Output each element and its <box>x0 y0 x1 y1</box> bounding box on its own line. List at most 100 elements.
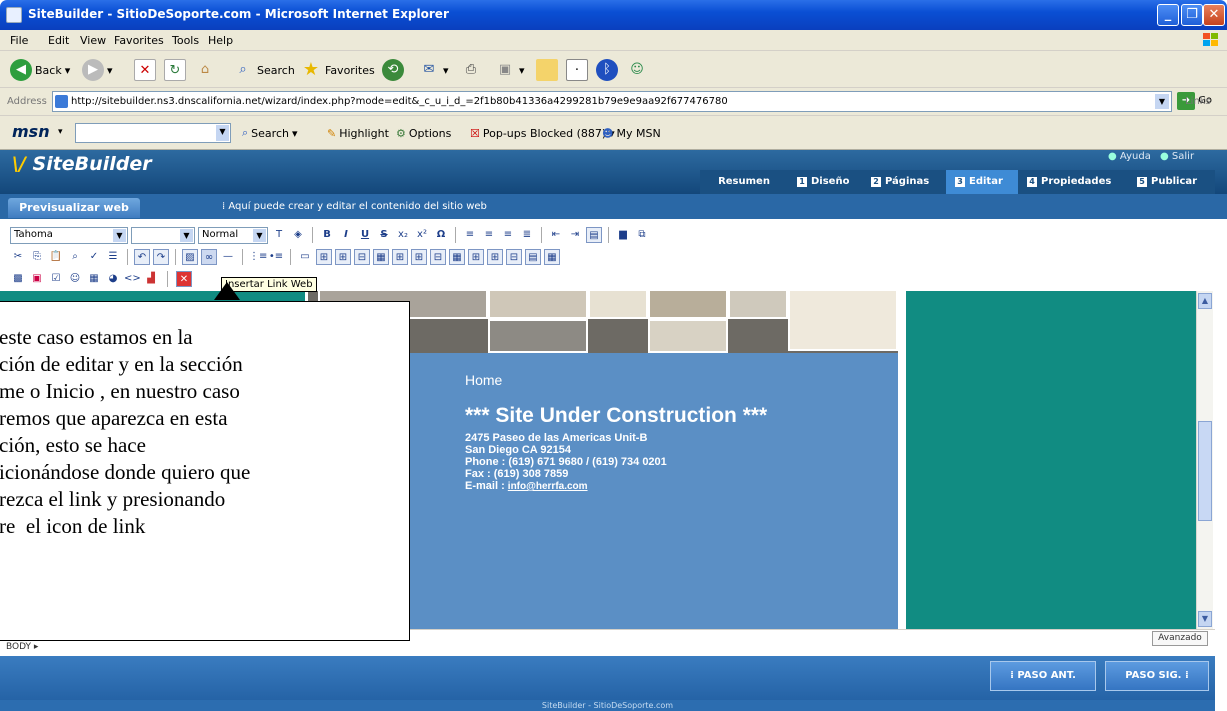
phone-line[interactable]: Phone : (619) 671 9680 / (619) 734 0201 <box>465 457 667 468</box>
highlight-button[interactable]: ✎ Highlight <box>327 121 389 145</box>
address-line-2[interactable]: San Diego CA 92154 <box>465 445 571 456</box>
paste-icon[interactable]: 📋 <box>48 249 64 265</box>
table-grid-icon[interactable]: ▦ <box>544 249 560 265</box>
insert-table-icon[interactable]: ▭ <box>297 249 313 265</box>
bluetooth-button[interactable]: ᛒ <box>596 58 618 82</box>
user-icon[interactable]: ☺ <box>67 271 83 287</box>
code-icon[interactable]: <> <box>124 271 141 287</box>
tab-paginas[interactable]: 2 Páginas <box>862 170 946 194</box>
split-cell-icon[interactable]: ⊟ <box>506 249 522 265</box>
back-button[interactable]: ◀ Back ▾ <box>10 58 70 82</box>
delete-column-icon[interactable]: ⊟ <box>430 249 446 265</box>
favorites-button[interactable]: ★ Favorites <box>300 58 375 82</box>
exit-link[interactable]: ● Salir <box>1160 151 1194 167</box>
redo-icon[interactable]: ↷ <box>153 249 169 265</box>
underline-icon[interactable]: U <box>357 227 373 243</box>
menu-edit[interactable]: Edit <box>48 34 69 47</box>
background-color-icon[interactable]: ◈ <box>290 227 306 243</box>
save-icon[interactable]: ▆ <box>615 227 631 243</box>
cut-icon[interactable]: ✂ <box>10 249 26 265</box>
history-button[interactable]: ⟲ <box>382 58 404 82</box>
list-box-icon[interactable]: ☰ <box>105 249 121 265</box>
menu-file[interactable]: File <box>10 34 28 47</box>
spellcheck-icon[interactable]: ✓ <box>86 249 102 265</box>
site-headline[interactable]: *** Site Under Construction *** <box>465 404 767 428</box>
preview-web-button[interactable]: Previsualizar web <box>8 198 140 218</box>
close-button[interactable]: ✕ <box>1203 4 1225 26</box>
flash-icon[interactable]: ◕ <box>105 271 121 287</box>
insert-web-link-icon[interactable]: ✕ <box>176 271 192 287</box>
forward-button[interactable]: ▶ ▾ <box>82 58 113 82</box>
refresh-button[interactable]: ↻ <box>164 58 186 82</box>
find-icon[interactable]: ⌕ <box>67 249 83 265</box>
tab-propiedades[interactable]: 4 Propiedades <box>1018 170 1128 194</box>
email-link[interactable]: info@herrfa.com <box>508 481 588 492</box>
numbered-list-icon[interactable]: ⋮≡ <box>249 249 267 265</box>
insert-cell-icon[interactable]: ▦ <box>449 249 465 265</box>
address-input[interactable]: http://sitebuilder.ns3.dnscalifornia.net… <box>52 91 1172 112</box>
next-step-button[interactable]: PASO SIG. ⁞ <box>1105 661 1209 691</box>
help-link[interactable]: ● Ayuda <box>1108 151 1151 167</box>
print-button[interactable]: ⎙ <box>460 58 482 82</box>
home-button[interactable]: ⌂ <box>194 58 216 82</box>
copy-icon[interactable]: ⎘ <box>29 249 45 265</box>
insert-column-left-icon[interactable]: ⊞ <box>392 249 408 265</box>
msn-search-input[interactable]: ▼ <box>75 123 231 143</box>
align-left-icon[interactable]: ≡ <box>462 227 478 243</box>
table-properties-icon[interactable]: ▦ <box>373 249 389 265</box>
insert-row-below-icon[interactable]: ⊞ <box>335 249 351 265</box>
search-button[interactable]: ⌕ Search <box>232 58 294 82</box>
delete-row-icon[interactable]: ⊟ <box>354 249 370 265</box>
msn-menu-arrow-icon[interactable]: ▾ <box>58 127 63 137</box>
text-color-icon[interactable]: T <box>271 227 287 243</box>
horizontal-rule-icon[interactable]: — <box>220 249 236 265</box>
tab-diseno[interactable]: 1 Diseño <box>788 170 862 194</box>
italic-icon[interactable]: I <box>338 227 354 243</box>
scroll-down-icon[interactable]: ▼ <box>1198 611 1212 627</box>
menu-help[interactable]: Help <box>208 34 233 47</box>
folder-button[interactable] <box>536 58 558 82</box>
insert-image-icon[interactable]: ▨ <box>182 249 198 265</box>
vertical-scrollbar[interactable]: ▲ ▼ <box>1196 291 1213 629</box>
subscript-icon[interactable]: x₂ <box>395 227 411 243</box>
insert-row-above-icon[interactable]: ⊞ <box>316 249 332 265</box>
research-button[interactable]: · <box>566 58 588 82</box>
insert-column-right-icon[interactable]: ⊞ <box>411 249 427 265</box>
advanced-button[interactable]: Avanzado <box>1152 631 1208 646</box>
home-heading[interactable]: Home <box>465 372 502 388</box>
mail-button[interactable]: ✉ ▾ <box>418 58 449 82</box>
new-window-icon[interactable]: ⧉ <box>634 227 650 243</box>
undo-icon[interactable]: ↶ <box>134 249 150 265</box>
maximize-button[interactable]: ❐ <box>1181 4 1203 26</box>
options-button[interactable]: ⚙ Options <box>396 121 451 145</box>
address-line-1[interactable]: 2475 Paseo de las Americas Unit-B <box>465 433 647 444</box>
merge-cells-icon[interactable]: ⊞ <box>487 249 503 265</box>
email-line[interactable]: E-mail : info@herrfa.com <box>465 481 588 493</box>
delete-cell-icon[interactable]: ⊞ <box>468 249 484 265</box>
size-select[interactable]: ▼ <box>131 226 195 244</box>
insert-link-icon[interactable]: ∞ <box>201 249 217 265</box>
style-select[interactable]: Normal ▼ <box>198 226 268 244</box>
messenger-button[interactable]: ☺ <box>626 58 648 82</box>
bullet-list-icon[interactable]: •≡ <box>268 249 284 265</box>
tab-resumen[interactable]: Resumen <box>700 170 788 194</box>
stop-button[interactable]: ✕ <box>134 58 156 82</box>
my-msn-button[interactable]: ☻ My MSN <box>602 121 661 145</box>
align-center-icon[interactable]: ≡ <box>481 227 497 243</box>
msn-search-button[interactable]: ⌕ Search ▾ <box>242 121 298 145</box>
fax-line[interactable]: Fax : (619) 308 7859 <box>465 469 568 480</box>
scroll-thumb[interactable] <box>1198 421 1212 521</box>
form-icon[interactable]: ▩ <box>10 271 26 287</box>
edit-page-button[interactable]: ▣ ▾ <box>494 58 525 82</box>
strikethrough-icon[interactable]: S <box>376 227 392 243</box>
chart-icon[interactable]: ▟ <box>143 271 159 287</box>
tab-editar[interactable]: 3 Editar <box>946 170 1018 194</box>
insert-field-icon[interactable]: ▣ <box>29 271 45 287</box>
address-dropdown-icon[interactable]: ▼ <box>1155 94 1169 109</box>
msn-search-dropdown-icon[interactable]: ▼ <box>216 125 229 141</box>
checkbox-icon[interactable]: ☑ <box>48 271 64 287</box>
justify-icon[interactable]: ≣ <box>519 227 535 243</box>
gallery-icon[interactable]: ▦ <box>86 271 102 287</box>
minimize-button[interactable]: _ <box>1157 4 1179 26</box>
menu-favorites[interactable]: Favorites <box>114 34 164 47</box>
